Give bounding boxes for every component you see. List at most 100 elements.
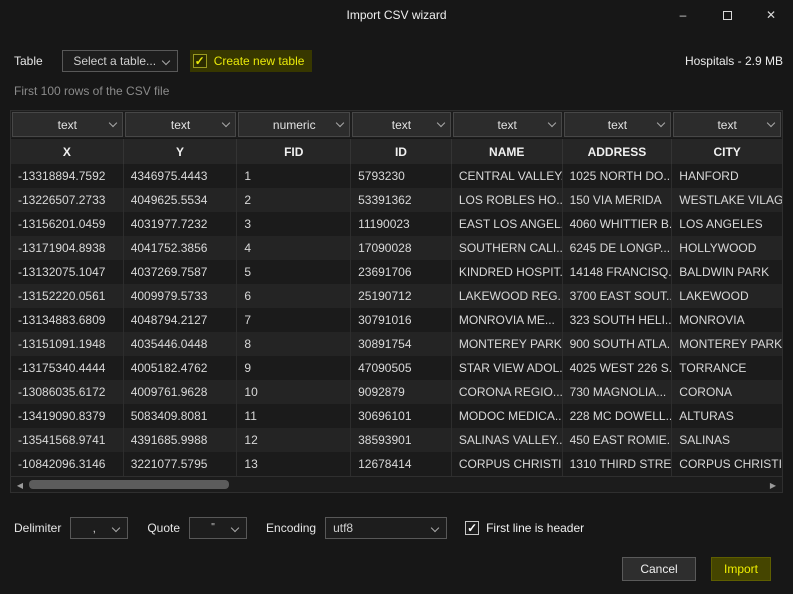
- cell: 30791016: [351, 308, 452, 332]
- options-bar: Delimiter , Quote " Encoding utf8 ✓ Firs…: [14, 515, 783, 540]
- cancel-button[interactable]: Cancel: [622, 557, 696, 581]
- table-row: -13175340.44444005182.4762947090505STAR …: [11, 356, 782, 380]
- encoding-label: Encoding: [266, 521, 316, 535]
- cell: 11190023: [351, 212, 452, 236]
- toolbar: Table Select a table... ✓ Create new tab…: [14, 49, 783, 73]
- cell: 4031977.7232: [124, 212, 238, 236]
- cell: -13132075.1047: [11, 260, 124, 284]
- cell: 4041752.3856: [124, 236, 238, 260]
- cell: 4049625.5534: [124, 188, 238, 212]
- import-csv-wizard-dialog: Import CSV wizard – ✕ Table Select a tab…: [0, 0, 793, 594]
- minimize-button[interactable]: –: [661, 0, 705, 30]
- cell: CORPUS CHRISTI...: [452, 452, 563, 476]
- cell: 323 SOUTH HELI...: [563, 308, 673, 332]
- table-select[interactable]: Select a table...: [62, 50, 178, 72]
- cell: CENTRAL VALLEY...: [452, 164, 563, 188]
- scrollbar-thumb[interactable]: [29, 480, 229, 489]
- cell: 9092879: [351, 380, 452, 404]
- cell: -13152220.0561: [11, 284, 124, 308]
- cell: SALINAS VALLEY...: [452, 428, 563, 452]
- horizontal-scrollbar[interactable]: ◀ ▶: [11, 476, 782, 492]
- checkbox-checked-icon: ✓: [465, 521, 479, 535]
- cell: 4346975.4443: [124, 164, 238, 188]
- column-type-value: text: [673, 112, 781, 137]
- maximize-icon: [723, 11, 732, 20]
- action-buttons: Cancel Import: [622, 557, 771, 581]
- table-row: -13318894.75924346975.444315793230CENTRA…: [11, 164, 782, 188]
- delimiter-select[interactable]: ,: [70, 517, 128, 539]
- cell: CORONA REGIO...: [452, 380, 563, 404]
- column-header: Y: [124, 139, 238, 165]
- cell: CORONA: [672, 380, 782, 404]
- cell: 4009979.5733: [124, 284, 238, 308]
- cell: TORRANCE: [672, 356, 782, 380]
- cell: -13171904.8938: [11, 236, 124, 260]
- cell: 30891754: [351, 332, 452, 356]
- cell: 53391362: [351, 188, 452, 212]
- cell: 10: [237, 380, 351, 404]
- column-type-value: text: [12, 112, 123, 137]
- cell: 730 MAGNOLIA...: [563, 380, 673, 404]
- cell: 5793230: [351, 164, 452, 188]
- table-row: -13132075.10474037269.7587523691706KINDR…: [11, 260, 782, 284]
- cell: -13318894.7592: [11, 164, 124, 188]
- column-header: FID: [237, 139, 351, 165]
- table-row: -13226507.27334049625.5534253391362LOS R…: [11, 188, 782, 212]
- cell: 3700 EAST SOUT...: [563, 284, 673, 308]
- scroll-right-icon[interactable]: ▶: [766, 477, 780, 493]
- first-line-header-label: First line is header: [486, 521, 584, 535]
- column-type-select[interactable]: text: [11, 111, 124, 138]
- cell: 3: [237, 212, 351, 236]
- column-type-select[interactable]: text: [124, 111, 238, 138]
- cell: 150 VIA MERIDA: [563, 188, 673, 212]
- create-new-table-label: Create new table: [214, 54, 305, 68]
- cell: 4009761.9628: [124, 380, 238, 404]
- table-row: -13541568.97414391685.99881238593901SALI…: [11, 428, 782, 452]
- maximize-button[interactable]: [705, 0, 749, 30]
- cell: -13541568.9741: [11, 428, 124, 452]
- column-type-select[interactable]: text: [672, 111, 782, 138]
- column-type-select[interactable]: numeric: [237, 111, 351, 138]
- quote-select[interactable]: ": [189, 517, 247, 539]
- cell: 7: [237, 308, 351, 332]
- cell: 4: [237, 236, 351, 260]
- cell: SALINAS: [672, 428, 782, 452]
- data-rows: -13318894.75924346975.444315793230CENTRA…: [11, 164, 782, 476]
- cell: CORPUS CHRISTI: [672, 452, 782, 476]
- first-line-header-checkbox[interactable]: ✓ First line is header: [465, 521, 584, 535]
- column-type-select[interactable]: text: [351, 111, 452, 138]
- checkbox-checked-icon: ✓: [193, 54, 207, 68]
- cell: MONTEREY PARK...: [452, 332, 563, 356]
- column-type-select[interactable]: text: [452, 111, 563, 138]
- create-new-table-checkbox[interactable]: ✓ Create new table: [190, 50, 313, 72]
- encoding-select[interactable]: utf8: [325, 517, 447, 539]
- table-row: -10842096.31463221077.57951312678414CORP…: [11, 452, 782, 476]
- table-select-value: Select a table...: [63, 54, 177, 68]
- cell: 12678414: [351, 452, 452, 476]
- cell: -13156201.0459: [11, 212, 124, 236]
- cell: 25190712: [351, 284, 452, 308]
- table-row: -13134883.68094048794.2127730791016MONRO…: [11, 308, 782, 332]
- column-header: NAME: [452, 139, 563, 165]
- cell: 1: [237, 164, 351, 188]
- minimize-icon: –: [680, 8, 687, 22]
- close-button[interactable]: ✕: [749, 0, 793, 30]
- cell: 4025 WEST 226 S...: [563, 356, 673, 380]
- cell: 11: [237, 404, 351, 428]
- table-row: -13151091.19484035446.0448830891754MONTE…: [11, 332, 782, 356]
- encoding-value: utf8: [326, 521, 446, 535]
- cell: -13151091.1948: [11, 332, 124, 356]
- cell: EAST LOS ANGEL...: [452, 212, 563, 236]
- cell: 14148 FRANCISQ...: [563, 260, 673, 284]
- column-header-row: XYFIDIDNAMEADDRESSCITY: [11, 138, 782, 164]
- cell: KINDRED HOSPIT...: [452, 260, 563, 284]
- cell: 1025 NORTH DO...: [563, 164, 673, 188]
- import-button[interactable]: Import: [711, 557, 771, 581]
- scroll-left-icon[interactable]: ◀: [13, 477, 27, 493]
- cell: LAKEWOOD: [672, 284, 782, 308]
- cell: HOLLYWOOD: [672, 236, 782, 260]
- quote-label: Quote: [147, 521, 180, 535]
- cell: 17090028: [351, 236, 452, 260]
- column-header: ADDRESS: [563, 139, 673, 165]
- column-type-select[interactable]: text: [563, 111, 673, 138]
